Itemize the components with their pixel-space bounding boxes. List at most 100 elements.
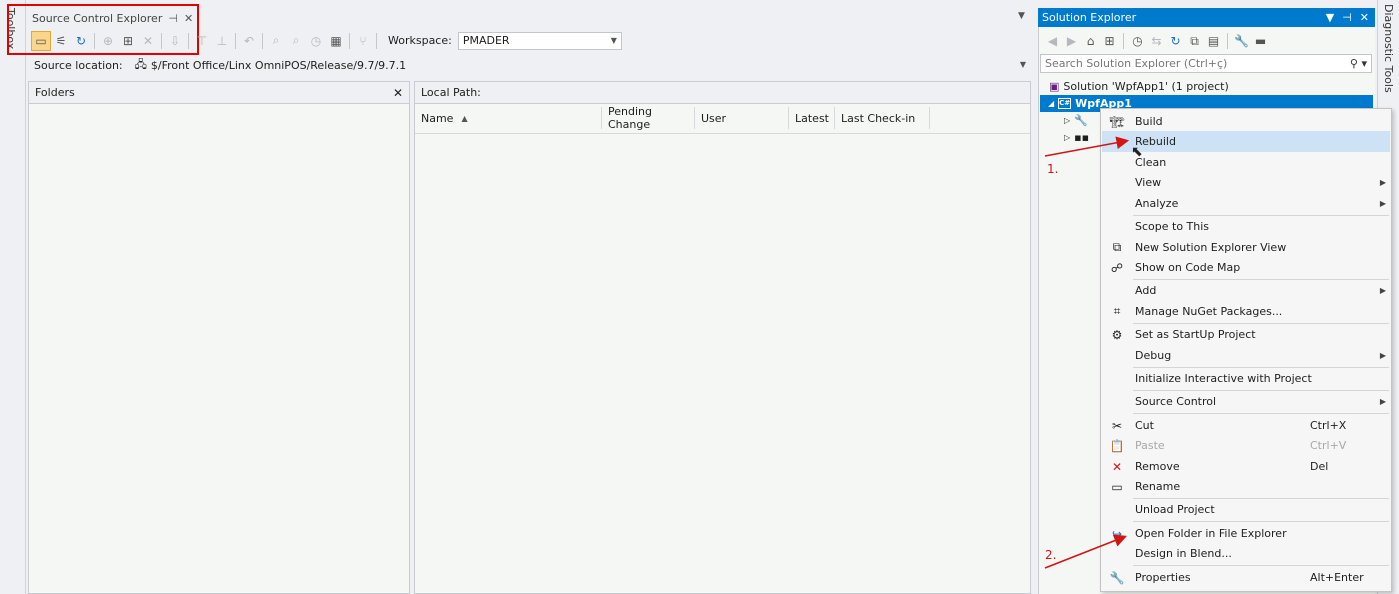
column-header-last-check-in[interactable]: Last Check-in (835, 107, 930, 129)
wrench-icon: 🔧 (1109, 570, 1125, 585)
close-icon[interactable]: ✕ (1360, 11, 1369, 24)
menu-item-paste[interactable]: 📋 Paste Ctrl+V (1102, 435, 1390, 456)
annotation-step-1: 1. (1047, 162, 1059, 176)
files-pane[interactable]: Local Path: Name ▲ Pending Change User L… (414, 81, 1031, 594)
toolbar-separator (161, 32, 162, 49)
close-icon[interactable]: ✕ (184, 12, 193, 25)
column-header-pending-change[interactable]: Pending Change (602, 105, 695, 131)
scissors-icon: ✂ (1111, 418, 1123, 433)
menu-item-new-solution-explorer-view[interactable]: ⧉ New Solution Explorer View (1102, 237, 1390, 258)
refresh-icon[interactable]: ↻ (1167, 31, 1184, 51)
filter-icon[interactable]: ⚟ (51, 31, 71, 51)
column-headers: Name ▲ Pending Change User Latest Last C… (415, 105, 1030, 134)
menu-item-show-on-code-map[interactable]: ☍ Show on Code Map (1102, 257, 1390, 278)
undo-icon[interactable]: ↶ (239, 31, 259, 51)
back-icon[interactable]: ◀ (1044, 31, 1061, 51)
menu-separator (1133, 521, 1389, 522)
pending-changes-filter-icon[interactable]: ◷ (1129, 31, 1146, 51)
preview-icon[interactable]: ▬ (1252, 31, 1269, 51)
folders-toggle-icon[interactable]: ▭ (31, 30, 51, 51)
wrench-icon: 🔧 (1074, 114, 1088, 127)
forward-icon[interactable]: ▶ (1063, 31, 1080, 51)
solution-explorer-title: Solution Explorer (1042, 11, 1137, 24)
column-header-latest[interactable]: Latest (789, 107, 835, 129)
wrench-icon[interactable]: 🔧 (1233, 31, 1250, 51)
menu-item-scope-to-this[interactable]: Scope to This (1102, 216, 1390, 237)
sync-icon[interactable]: ⇆ (1148, 31, 1165, 51)
column-header-user[interactable]: User (695, 107, 789, 129)
toolbar-separator (235, 32, 236, 49)
toolbox-strip[interactable]: Toolbox (0, 0, 26, 594)
menu-item-view[interactable]: View ▶ (1102, 172, 1390, 193)
search-icon[interactable]: ⚲ ▾ (1350, 57, 1367, 70)
delete-icon[interactable]: ✕ (138, 31, 158, 51)
expand-arrow-icon[interactable]: ◢ (1048, 99, 1054, 108)
source-control-explorer-tab[interactable]: Source Control Explorer ⊣ ✕ (28, 9, 197, 27)
menu-item-unload-project[interactable]: Unload Project (1102, 499, 1390, 520)
close-icon[interactable]: ✕ (393, 86, 403, 100)
chevron-down-icon[interactable]: ▼ (1326, 11, 1334, 24)
history-icon[interactable]: ◷ (306, 31, 326, 51)
toolbox-label[interactable]: Toolbox (4, 8, 17, 49)
check-in-icon[interactable]: ⊥ (212, 31, 232, 51)
compare-icon[interactable]: ⌕ (266, 31, 286, 51)
refresh-icon[interactable]: ↻ (71, 31, 91, 51)
menu-item-add[interactable]: Add ▶ (1102, 280, 1390, 301)
menu-item-rebuild[interactable]: Rebuild (1102, 131, 1390, 152)
chevron-down-icon[interactable]: ▼ (1020, 60, 1026, 69)
tree-item-references[interactable]: ▷ ▪▪ (1064, 129, 1089, 146)
menu-item-label: Set as StartUp Project (1135, 328, 1256, 341)
workspaces-icon[interactable]: ▦ (326, 31, 346, 51)
collapse-arrow-icon[interactable]: ▷ (1064, 116, 1070, 125)
menu-item-clean[interactable]: Clean (1102, 152, 1390, 173)
add-items-icon[interactable]: ⊕ (98, 31, 118, 51)
menu-item-shortcut: Ctrl+X (1310, 419, 1347, 432)
branch-icon[interactable]: ⑂ (353, 31, 373, 51)
menu-item-analyze[interactable]: Analyze ▶ (1102, 193, 1390, 214)
pin-icon[interactable]: ⊣ (1342, 11, 1352, 24)
solution-explorer-title-bar[interactable]: Solution Explorer ▼ ⊣ ✕ (1038, 8, 1375, 27)
solution-explorer-toolbar: ◀ ▶ ⌂ ⊞ ◷ ⇆ ↻ ⧉ ▤ 🔧 ▬ (1040, 30, 1375, 52)
collapse-arrow-icon[interactable]: ▷ (1064, 133, 1070, 142)
home-icon[interactable]: ⌂ (1082, 31, 1099, 51)
menu-item-set-startup[interactable]: ⚙ Set as StartUp Project (1102, 324, 1390, 345)
menu-item-debug[interactable]: Debug ▶ (1102, 345, 1390, 366)
refresh-arrow-icon: ↪ (1111, 526, 1123, 541)
tree-item-properties[interactable]: ▷ 🔧 (1064, 112, 1088, 129)
collapse-all-icon[interactable]: ⧉ (1186, 31, 1203, 51)
submenu-arrow-icon: ▶ (1379, 199, 1387, 208)
get-latest-icon[interactable]: ⇩ (165, 31, 185, 51)
menu-item-source-control[interactable]: Source Control ▶ (1102, 391, 1390, 412)
menu-item-properties[interactable]: 🔧 Properties Alt+Enter (1102, 567, 1390, 588)
new-folder-icon[interactable]: ⊞ (118, 31, 138, 51)
remove-icon: ✕ (1111, 459, 1123, 474)
window-dropdown-icon[interactable]: ▼ (1018, 11, 1025, 21)
menu-item-manage-nuget[interactable]: ⌗ Manage NuGet Packages... (1102, 301, 1390, 322)
menu-item-design-in-blend[interactable]: Design in Blend... (1102, 543, 1390, 564)
source-location-path[interactable]: 🖧 $/Front Office/Linx OmniPOS/Release/9.… (135, 56, 407, 75)
folders-pane[interactable]: Folders ✕ (28, 81, 410, 594)
switch-views-icon[interactable]: ⊞ (1101, 31, 1118, 51)
tab-title[interactable]: Source Control Explorer (32, 12, 162, 25)
tree-item-solution[interactable]: ▣ Solution 'WpfApp1' (1 project) (1049, 78, 1229, 95)
menu-item-label: Add (1135, 284, 1157, 297)
column-header-name[interactable]: Name ▲ (415, 107, 602, 129)
sort-ascending-icon: ▲ (461, 113, 468, 123)
menu-item-label: Unload Project (1135, 503, 1215, 516)
menu-item-cut[interactable]: ✂ Cut Ctrl+X (1102, 415, 1390, 436)
menu-item-open-folder[interactable]: ↪ Open Folder in File Explorer (1102, 523, 1390, 544)
menu-item-remove[interactable]: ✕ Remove Del (1102, 456, 1390, 477)
pin-icon[interactable]: ⊣ (168, 12, 178, 25)
find-icon[interactable]: ⌕ (286, 31, 306, 51)
show-all-files-icon[interactable]: ▤ (1205, 31, 1222, 51)
solution-explorer-search-input[interactable]: Search Solution Explorer (Ctrl+ç) ⚲ ▾ (1040, 54, 1372, 73)
diagnostic-tools-label[interactable]: Diagnostic Tools (1382, 4, 1395, 93)
check-out-icon[interactable]: ⊤ (192, 31, 212, 51)
csharp-project-icon: C# (1058, 98, 1072, 109)
menu-item-initialize-interactive[interactable]: Initialize Interactive with Project (1102, 368, 1390, 389)
menu-item-build[interactable]: 🏗 Build (1102, 111, 1390, 132)
workspace-select[interactable]: PMADER ▼ (457, 31, 622, 50)
menu-item-rename[interactable]: ▭ Rename (1102, 476, 1390, 497)
menu-item-label: Initialize Interactive with Project (1135, 372, 1312, 385)
menu-item-label: Build (1135, 115, 1163, 128)
